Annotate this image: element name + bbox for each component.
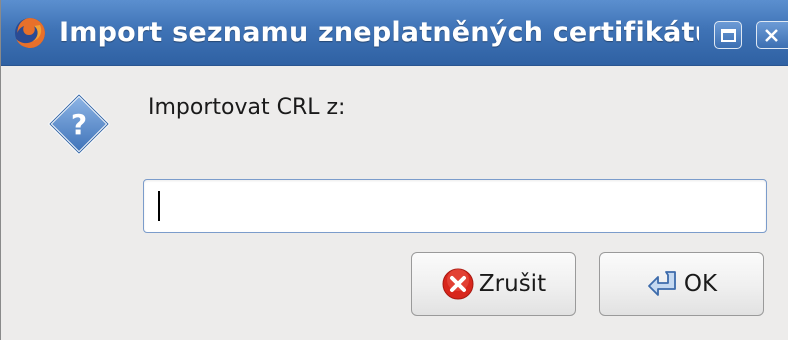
- ok-button[interactable]: OK: [599, 252, 764, 316]
- svg-text:?: ?: [71, 108, 87, 141]
- text-caret: [158, 191, 160, 221]
- close-icon: [765, 29, 778, 42]
- close-button[interactable]: [756, 21, 788, 49]
- cancel-icon: [442, 268, 474, 300]
- cancel-button[interactable]: Zrušit: [411, 252, 576, 316]
- maximize-button[interactable]: [714, 21, 742, 49]
- cancel-button-label: Zrušit: [478, 271, 547, 297]
- maximize-icon: [721, 29, 736, 42]
- window-title: Import seznamu zneplatněných certifikátů: [59, 17, 699, 48]
- dialog-window: Import seznamu zneplatněných certifikátů…: [0, 0, 788, 340]
- ok-button-label: OK: [683, 271, 718, 297]
- prompt-label: Importovat CRL z:: [148, 95, 346, 120]
- enter-icon: [648, 271, 676, 296]
- firefox-icon: [15, 18, 45, 48]
- crl-source-input[interactable]: [143, 179, 767, 233]
- title-bar[interactable]: Import seznamu zneplatněných certifikátů: [1, 0, 788, 66]
- question-icon: ?: [48, 93, 110, 155]
